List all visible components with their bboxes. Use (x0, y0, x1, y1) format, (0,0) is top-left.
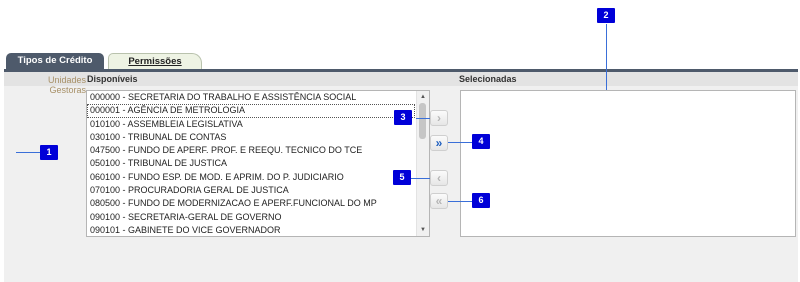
remove-all-button[interactable]: « (430, 193, 448, 209)
scroll-thumb[interactable] (419, 103, 426, 139)
list-item[interactable]: 060100 - FUNDO ESP. DE MOD. E APRIM. DO … (87, 171, 415, 184)
marker-1: 1 (40, 145, 58, 160)
list-item[interactable]: 070100 - PROCURADORIA GERAL DE JUSTICA (87, 184, 415, 197)
list-item[interactable]: 000001 - AGÊNCIA DE METROLOGIA (87, 104, 415, 118)
scroll-down-arrow-icon[interactable]: ▼ (417, 225, 429, 235)
selecionadas-label: Selecionadas (459, 74, 517, 84)
available-list-scrollbar[interactable]: ▲ ▼ (416, 91, 429, 236)
available-list: 000000 - SECRETARIA DO TRABALHO E ASSIST… (87, 91, 415, 236)
tab-tipos-de-credito[interactable]: Tipos de Crédito (6, 53, 104, 69)
connector-line-5 (411, 178, 430, 179)
connector-line-2 (606, 24, 607, 90)
disponiveis-label: Disponíveis (87, 74, 138, 84)
list-item[interactable]: 010100 - ASSEMBLEIA LEGISLATIVA (87, 118, 415, 131)
list-item[interactable]: 050100 - TRIBUNAL DE JUSTICA (87, 157, 415, 170)
marker-3: 3 (394, 110, 412, 125)
marker-2: 2 (597, 8, 615, 23)
tab-permissoes[interactable]: Permissões (108, 53, 202, 70)
marker-6: 6 (472, 193, 490, 208)
connector-line-4 (448, 142, 472, 143)
connector-line-3 (416, 118, 430, 119)
remove-selected-button[interactable]: ‹ (430, 170, 448, 186)
selected-listbox[interactable] (460, 90, 796, 237)
move-all-button[interactable]: » (430, 135, 448, 151)
unidades-gestoras-label: Unidades Gestoras (47, 75, 86, 95)
connector-line-6 (448, 201, 472, 202)
marker-4: 4 (472, 134, 490, 149)
list-item[interactable]: 030100 - TRIBUNAL DE CONTAS (87, 131, 415, 144)
list-item[interactable]: 090100 - SECRETARIA-GERAL DE GOVERNO (87, 211, 415, 224)
list-item[interactable]: 000000 - SECRETARIA DO TRABALHO E ASSIST… (87, 91, 415, 104)
connector-line-1 (16, 152, 40, 153)
scroll-up-arrow-icon[interactable]: ▲ (417, 92, 429, 102)
list-item[interactable]: 080500 - FUNDO DE MODERNIZACAO E APERF.F… (87, 197, 415, 210)
list-item[interactable]: 090101 - GABINETE DO VICE GOVERNADOR (87, 224, 415, 236)
marker-5: 5 (393, 170, 411, 185)
available-listbox[interactable]: 000000 - SECRETARIA DO TRABALHO E ASSIST… (86, 90, 430, 237)
move-selected-button[interactable]: › (430, 110, 448, 126)
list-item[interactable]: 047500 - FUNDO DE APERF. PROF. E REEQU. … (87, 144, 415, 157)
